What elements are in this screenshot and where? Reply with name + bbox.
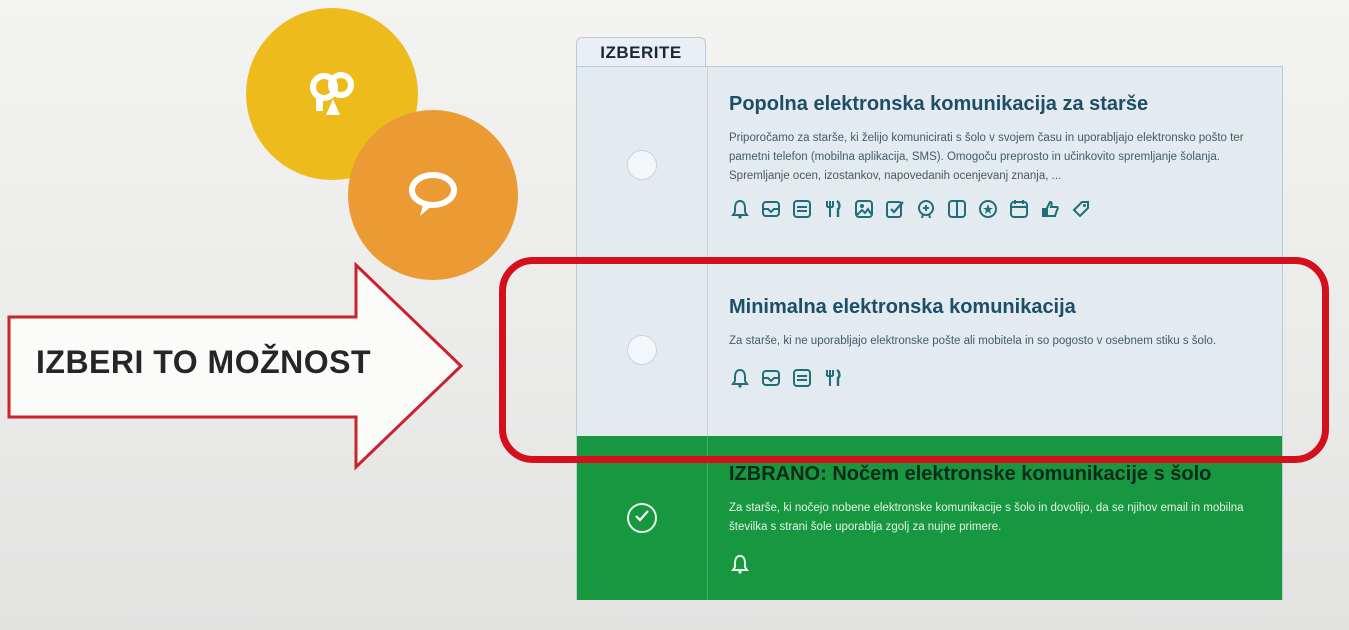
mail-icon [760,198,782,220]
bell-icon [729,198,751,220]
book-icon [946,198,968,220]
checklist-icon [884,198,906,220]
instruction-arrow: IZBERI TO MOŽNOST [6,262,466,472]
feature-icons [729,553,1258,575]
highlight-frame [499,257,1329,463]
star-icon [977,198,999,220]
calendar-icon [1008,198,1030,220]
meals-icon [822,198,844,220]
bell-icon [729,553,751,575]
parents-icon [304,69,360,119]
checkmark-icon [634,509,650,528]
feature-icons [729,198,1258,220]
like-icon [1039,198,1061,220]
option-description: Priporočamo za starše, ki želijo komunic… [729,132,1244,182]
radio-button-checked[interactable] [627,503,657,533]
option-content: Popolna elektronska komunikacija za star… [729,93,1258,220]
sms-icon [791,198,813,220]
tab-izberite[interactable]: IZBERITE [576,37,706,67]
option-full-communication[interactable]: Popolna elektronska komunikacija za star… [577,67,1282,263]
tag-icon [1070,198,1092,220]
option-title: Popolna elektronska komunikacija za star… [729,93,1149,115]
option-title: IZBRANO: Nočem elektronske komunikacije … [729,463,1212,485]
orange-circle [348,110,518,280]
badge-icon [915,198,937,220]
option-description: Za starše, ki nočejo nobene elektronske … [729,502,1244,533]
option-content: IZBRANO: Nočem elektronske komunikacije … [729,463,1258,575]
tab-label: IZBERITE [600,42,682,62]
photo-icon [853,198,875,220]
radio-column [577,67,708,263]
speech-bubble-icon [406,170,460,220]
instruction-label: IZBERI TO MOŽNOST [36,344,372,380]
radio-button[interactable] [627,150,657,180]
